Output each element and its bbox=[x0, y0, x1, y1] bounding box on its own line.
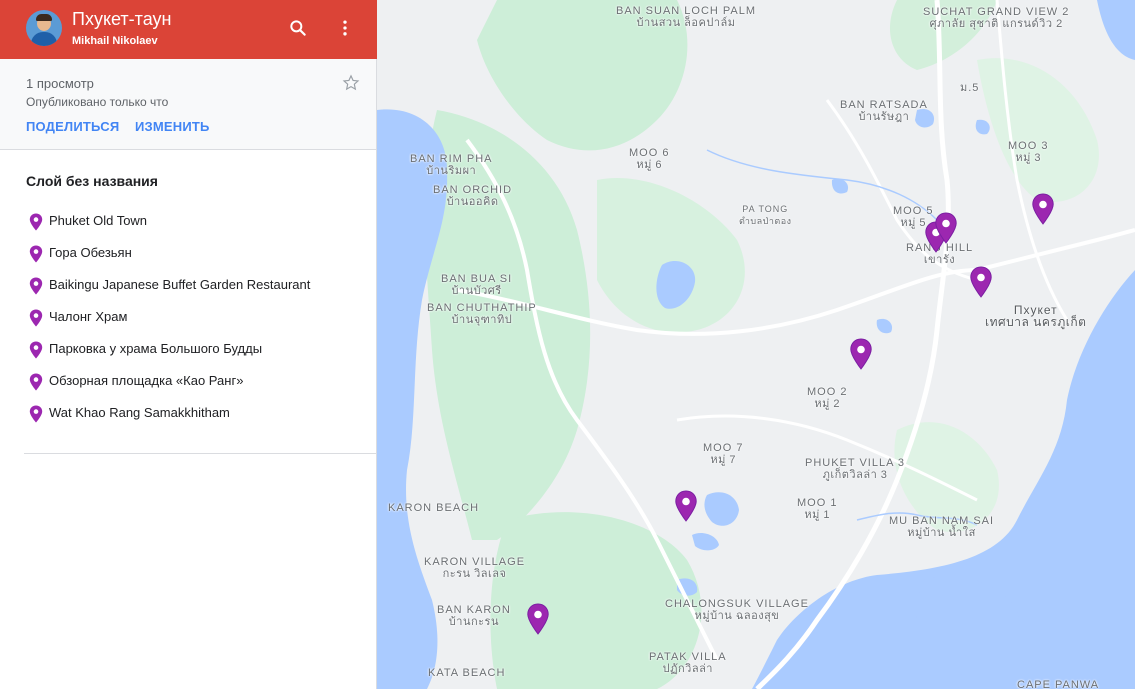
map-viewer: Пхукет-таун Mikhail Nikolaev 1 просмотр … bbox=[0, 0, 1135, 689]
map-label: MOO 6 หมู่ 6 bbox=[629, 147, 670, 171]
place-marker-icon[interactable] bbox=[526, 603, 550, 635]
edit-button[interactable]: ИЗМЕНИТЬ bbox=[135, 119, 210, 134]
map-label: BAN CHUTHATHIP บ้านจุฑาทิป bbox=[427, 302, 537, 326]
avatar[interactable] bbox=[26, 10, 62, 46]
map-label: MOO 1 หมู่ 1 bbox=[797, 497, 838, 521]
place-marker-icon[interactable] bbox=[969, 266, 993, 298]
place-marker-icon bbox=[29, 373, 43, 391]
place-marker-icon bbox=[29, 341, 43, 359]
place-item[interactable]: Wat Khao Rang Samakkhitham bbox=[26, 397, 310, 429]
map-label: PATAK VILLA ปฏักวิลล่า bbox=[649, 651, 727, 675]
map-label: BAN KARON บ้านกะรน bbox=[437, 604, 511, 628]
layer-title: Слой без названия bbox=[26, 173, 158, 189]
place-marker-icon[interactable] bbox=[674, 490, 698, 522]
map-label: CAPE PANWA bbox=[1017, 679, 1100, 689]
place-label: Обзорная площадка «Као Ранг» bbox=[49, 373, 244, 388]
view-count: 1 просмотр bbox=[26, 76, 94, 91]
map-label: PHUKET VILLA 3 ภูเก็ตวิลล่า 3 bbox=[805, 457, 906, 481]
map-label: SUCHAT GRAND VIEW 2 ศุภาลัย สุชาติ แกรนด์… bbox=[923, 6, 1070, 30]
more-vert-icon bbox=[343, 20, 347, 36]
publish-status: Опубликовано только что bbox=[26, 95, 169, 109]
place-marker-icon bbox=[29, 277, 43, 295]
place-item[interactable]: Чалонг Храм bbox=[26, 301, 310, 333]
place-marker-icon[interactable] bbox=[934, 212, 958, 244]
place-marker-icon bbox=[29, 309, 43, 327]
place-label: Чалонг Храм bbox=[49, 309, 128, 324]
map-label: MOO 7 หมู่ 7 bbox=[703, 442, 744, 466]
map-info: 1 просмотр Опубликовано только что ПОДЕЛ… bbox=[0, 59, 376, 150]
star-outline-icon bbox=[342, 74, 360, 91]
map-header: Пхукет-таун Mikhail Nikolaev bbox=[0, 0, 377, 59]
map-title: Пхукет-таун bbox=[72, 9, 172, 29]
place-marker-icon[interactable] bbox=[1031, 193, 1055, 225]
star-button[interactable] bbox=[341, 73, 361, 93]
place-item[interactable]: Гора Обезьян bbox=[26, 237, 310, 269]
place-label: Парковка у храма Большого Будды bbox=[49, 341, 263, 356]
map-label: MU BAN NAM SAI หมู่บ้าน น้ำใส bbox=[889, 515, 995, 539]
place-item[interactable]: Baikingu Japanese Buffet Garden Restaura… bbox=[26, 269, 310, 301]
map-label: CHALONGSUK VILLAGE หมู่บ้าน ฉลองสุข bbox=[665, 598, 809, 622]
map-label: KATA BEACH bbox=[428, 667, 506, 679]
search-button[interactable] bbox=[284, 14, 312, 42]
place-item[interactable]: Парковка у храма Большого Будды bbox=[26, 333, 310, 365]
place-marker-icon bbox=[29, 213, 43, 231]
map-label: BAN RATSADA บ้านรัษฎา bbox=[840, 99, 928, 123]
map-label: ม.5 bbox=[960, 82, 980, 94]
map-canvas[interactable]: BAN SUAN LOCH PALM บ้านสวน ล็อคปาล์ม SUCH… bbox=[377, 0, 1135, 689]
place-label: Гора Обезьян bbox=[49, 245, 132, 260]
map-label: BAN ORCHID บ้านออคิด bbox=[433, 184, 513, 208]
map-label: MOO 3 หมู่ 3 bbox=[1008, 140, 1049, 164]
map-label: MOO 2 หมู่ 2 bbox=[807, 386, 848, 410]
search-icon bbox=[290, 20, 306, 36]
map-label: PA TONG ตำบลป่าตอง bbox=[739, 204, 792, 226]
place-marker-icon bbox=[29, 245, 43, 263]
city-label: Пхукет เทศบาล นครภูเก็ต bbox=[985, 303, 1087, 329]
map-label: BAN SUAN LOCH PALM บ้านสวน ล็อคปาล์ม bbox=[616, 5, 757, 29]
sidebar-panel: Пхукет-таун Mikhail Nikolaev 1 просмотр … bbox=[0, 0, 377, 689]
place-label: Baikingu Japanese Buffet Garden Restaura… bbox=[49, 277, 311, 292]
map-base bbox=[377, 0, 1135, 689]
place-marker-icon bbox=[29, 405, 43, 423]
place-item[interactable]: Обзорная площадка «Као Ранг» bbox=[26, 365, 310, 397]
share-button[interactable]: ПОДЕЛИТЬСЯ bbox=[26, 119, 119, 134]
map-label: BAN RIM PHA บ้านริมผา bbox=[410, 153, 493, 177]
list-divider bbox=[24, 453, 376, 454]
map-label: KARON VILLAGE กะรน วิลเลจ bbox=[424, 556, 526, 580]
place-item[interactable]: Phuket Old Town bbox=[26, 205, 310, 237]
more-options-button[interactable] bbox=[331, 14, 359, 42]
place-label: Wat Khao Rang Samakkhitham bbox=[49, 405, 230, 420]
place-marker-icon[interactable] bbox=[849, 338, 873, 370]
map-label: KARON BEACH bbox=[388, 502, 480, 514]
owner-name[interactable]: Mikhail Nikolaev bbox=[72, 35, 158, 47]
map-label: BAN BUA SI บ้านบัวศรี bbox=[441, 273, 513, 297]
place-label: Phuket Old Town bbox=[49, 213, 148, 228]
place-list: Phuket Old Town Гора Обезьян Baikingu Ja… bbox=[26, 205, 310, 429]
